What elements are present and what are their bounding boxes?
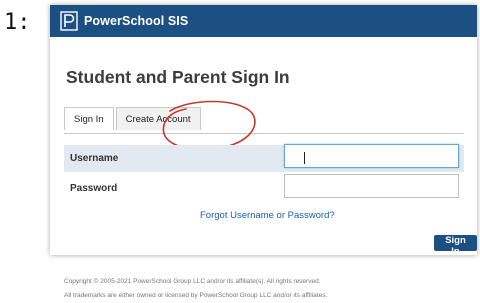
text-cursor <box>304 152 305 164</box>
step-label: 1: <box>4 10 31 35</box>
password-label: Password <box>70 183 118 194</box>
tab-bar: Sign In Create Account <box>64 107 201 130</box>
tab-create-account[interactable]: Create Account <box>115 107 201 130</box>
powerschool-logo-icon <box>60 11 78 31</box>
username-input[interactable] <box>284 144 459 168</box>
sign-in-button[interactable]: Sign In <box>434 235 477 257</box>
copyright-text: Copyright © 2005-2021 PowerSchool Group … <box>64 278 321 285</box>
signin-panel: PowerSchool SIS Student and Parent Sign … <box>50 5 477 257</box>
app-header: PowerSchool SIS <box>50 5 477 37</box>
tab-sign-in[interactable]: Sign In <box>64 107 114 130</box>
trademark-text: All trademarks are either owned or licen… <box>64 292 328 299</box>
page-title: Student and Parent Sign In <box>66 67 290 87</box>
password-input[interactable] <box>284 174 459 198</box>
brand-name: PowerSchool SIS <box>84 14 189 28</box>
password-row: Password <box>64 174 464 202</box>
username-row: Username <box>64 144 464 172</box>
username-label: Username <box>70 153 119 164</box>
forgot-credentials-link[interactable]: Forgot Username or Password? <box>200 210 335 221</box>
tab-divider <box>64 133 464 134</box>
brand-logo[interactable]: PowerSchool SIS <box>60 11 188 31</box>
footer: Copyright © 2005-2021 PowerSchool Group … <box>64 275 327 303</box>
